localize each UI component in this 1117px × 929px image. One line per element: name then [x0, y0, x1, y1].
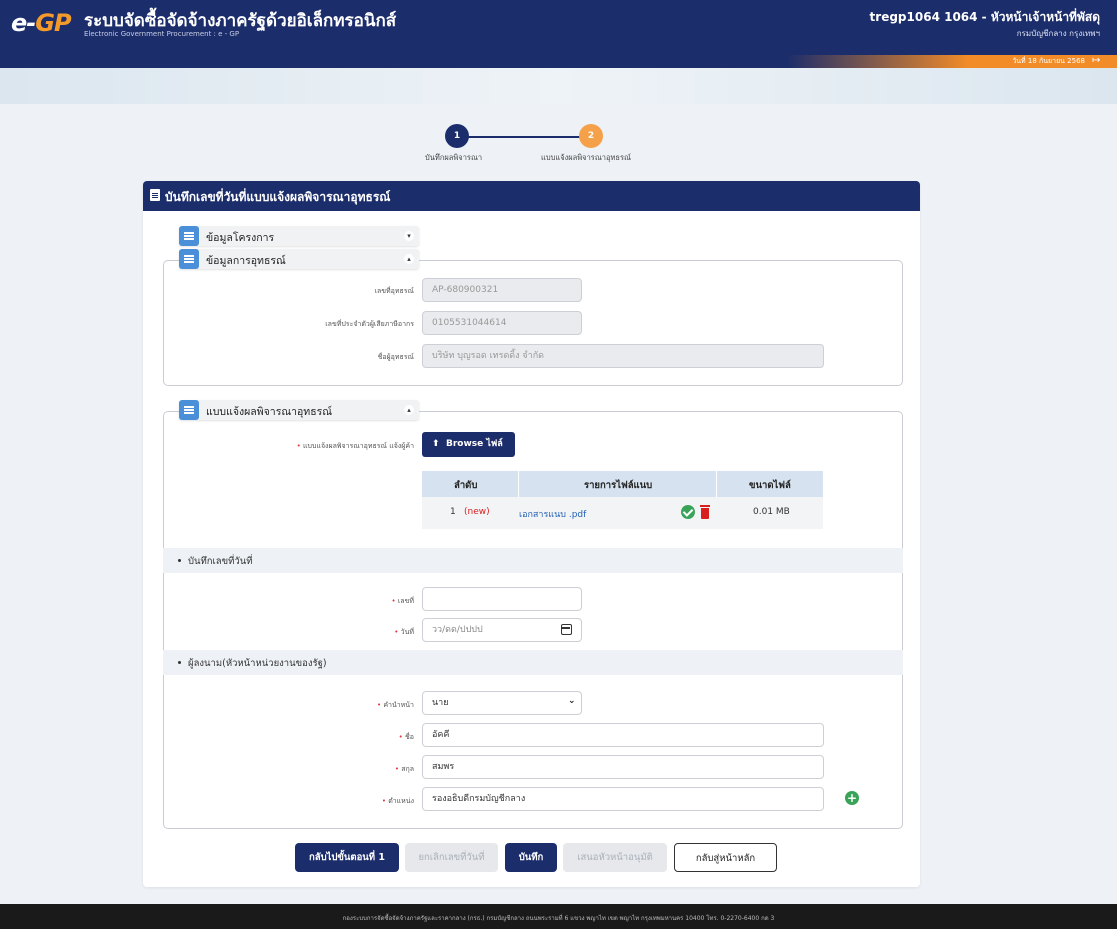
table-row: 1 (new) เอกสารแนบ .pdf 0.01 MB	[422, 497, 823, 529]
prefix-select[interactable]: นาย	[422, 691, 582, 715]
taxpayer-id-field: 0105531044614	[422, 311, 582, 335]
last-name-label: • สกุล	[394, 765, 414, 773]
tab-notice[interactable]: แบบแจ้งผลพิจารณาอุทธรณ์ ▴	[179, 400, 419, 420]
propose-approval-button[interactable]: เสนอหัวหน้าอนุมัติ	[563, 843, 667, 872]
last-name-input[interactable]: สมพร	[422, 755, 824, 779]
attachment-table-header: ลำดับ รายการไฟล์แนบ ขนาดไฟล์	[422, 471, 823, 497]
tab-notice-label: แบบแจ้งผลพิจารณาอุทธรณ์	[206, 406, 332, 418]
col-filesize: ขนาดไฟล์	[749, 480, 791, 491]
add-icon[interactable]: +	[845, 791, 859, 805]
attachment-table: ลำดับ รายการไฟล์แนบ ขนาดไฟล์ 1 (new) เอก…	[422, 471, 823, 529]
logout-icon[interactable]: ↦	[1092, 55, 1103, 67]
tab-appeal-info[interactable]: ข้อมูลการอุทธรณ์ ▴	[179, 249, 419, 269]
banner-band	[0, 68, 1117, 104]
save-button[interactable]: บันทึก	[505, 843, 557, 872]
cancel-record-button[interactable]: ยกเลิกเลขที่วันที่	[405, 843, 498, 872]
list-icon	[179, 226, 199, 246]
appellant-name-field: บริษัท บุญรอด เทรดดิ้ง จำกัด	[422, 344, 824, 368]
list-icon	[179, 249, 199, 269]
upload-icon: ⬆	[432, 439, 440, 449]
footer: กองระบบการจัดซื้อจัดจ้างภาครัฐและราคากลา…	[0, 904, 1117, 929]
tab-appeal-info-label: ข้อมูลการอุทธรณ์	[206, 255, 286, 267]
row-no: 1	[450, 507, 456, 517]
row-file-size: 0.01 MB	[753, 507, 790, 517]
record-number-label: • เลขที่	[391, 597, 414, 605]
step-1-label: บันทึกผลพิจารณา	[425, 153, 483, 162]
footer-text: กองระบบการจัดซื้อจัดจ้างภาครัฐและราคากลา…	[342, 915, 775, 922]
tab-project-info[interactable]: ข้อมูลโครงการ ▾	[179, 226, 419, 246]
appeal-number-field: AP-680900321	[422, 278, 582, 302]
notice-upload-label: • แบบแจ้งผลพิจารณาอุทธรณ์ แจ้งผู้ค้า	[296, 442, 414, 450]
position-input[interactable]: รองอธิบดีกรมบัญชีกลาง	[422, 787, 824, 811]
browse-file-button[interactable]: ⬆ Browse ไฟล์	[422, 432, 515, 457]
chevron-up-icon[interactable]: ▴	[404, 254, 414, 264]
chevron-down-icon[interactable]: ▾	[404, 231, 414, 241]
col-no: ลำดับ	[454, 480, 478, 491]
card-header: บันทึกเลขที่วันที่แบบแจ้งผลพิจารณาอุทธรณ…	[143, 181, 920, 211]
card-title: บันทึกเลขที่วันที่แบบแจ้งผลพิจารณาอุทธรณ…	[165, 190, 391, 204]
chevron-down-icon: ⌄	[568, 696, 576, 706]
position-label: • ตำแหน่ง	[381, 797, 414, 805]
system-subtitle: Electronic Government Procurement : e - …	[84, 30, 240, 38]
step-2-circle: 2	[579, 124, 603, 148]
row-new-tag: (new)	[464, 507, 490, 517]
row-file-link[interactable]: เอกสารแนบ .pdf	[519, 507, 586, 521]
document-icon	[150, 189, 160, 201]
appellant-name-label: ชื่อผู้อุทธรณ์	[377, 353, 414, 361]
taxpayer-id-label: เลขที่ประจำตัวผู้เสียภาษีอากร	[325, 320, 414, 328]
first-name-input[interactable]: อัคคี	[422, 723, 824, 747]
record-number-input[interactable]	[422, 587, 582, 611]
tab-project-info-label: ข้อมูลโครงการ	[206, 232, 275, 244]
chevron-up-icon[interactable]: ▴	[404, 405, 414, 415]
back-step1-button[interactable]: กลับไปขั้นตอนที่ 1	[295, 843, 399, 872]
signer-subsection-header: ผู้ลงนาม(หัวหน้าหน่วยงานของรัฐ)	[163, 650, 903, 675]
egp-logo[interactable]: e-GP	[11, 9, 72, 37]
step-2-label: แบบแจ้งผลพิจารณาอุทธรณ์	[541, 153, 631, 162]
record-subsection-title: บันทึกเลขที่วันที่	[188, 556, 253, 567]
check-icon	[681, 505, 695, 519]
record-subsection-header: บันทึกเลขที่วันที่	[163, 548, 903, 573]
current-date: วันที่ 18 กันยายน 2568	[1012, 57, 1085, 65]
user-organization: กรมบัญชีกลาง กรุงเทพฯ	[1016, 29, 1100, 38]
record-date-input[interactable]: วว/ดด/ปปปป	[422, 618, 582, 642]
appeal-number-label: เลขที่อุทธรณ์	[374, 287, 414, 295]
record-date-label: • วันที่	[394, 628, 414, 636]
calendar-icon[interactable]	[561, 624, 572, 635]
step-1-circle: 1	[445, 124, 469, 148]
first-name-label: • ชื่อ	[398, 733, 414, 741]
top-header: e-GP ระบบจัดซื้อจัดจ้างภาครัฐด้วยอิเล็กท…	[0, 0, 1117, 55]
user-name[interactable]: tregp1064 1064 - หัวหน้าเจ้าหน้าที่พัสดุ	[870, 8, 1100, 27]
signer-subsection-title: ผู้ลงนาม(หัวหน้าหน่วยงานของรัฐ)	[188, 658, 327, 669]
stepper-line	[462, 136, 590, 138]
col-filename: รายการไฟล์แนบ	[584, 480, 653, 491]
list-icon	[179, 400, 199, 420]
sub-header-bar: วันที่ 18 กันยายน 2568 ↦	[0, 55, 1117, 68]
prefix-label: • คำนำหน้า	[376, 701, 414, 709]
trash-icon[interactable]	[700, 505, 710, 519]
back-home-button[interactable]: กลับสู่หน้าหลัก	[674, 843, 777, 872]
